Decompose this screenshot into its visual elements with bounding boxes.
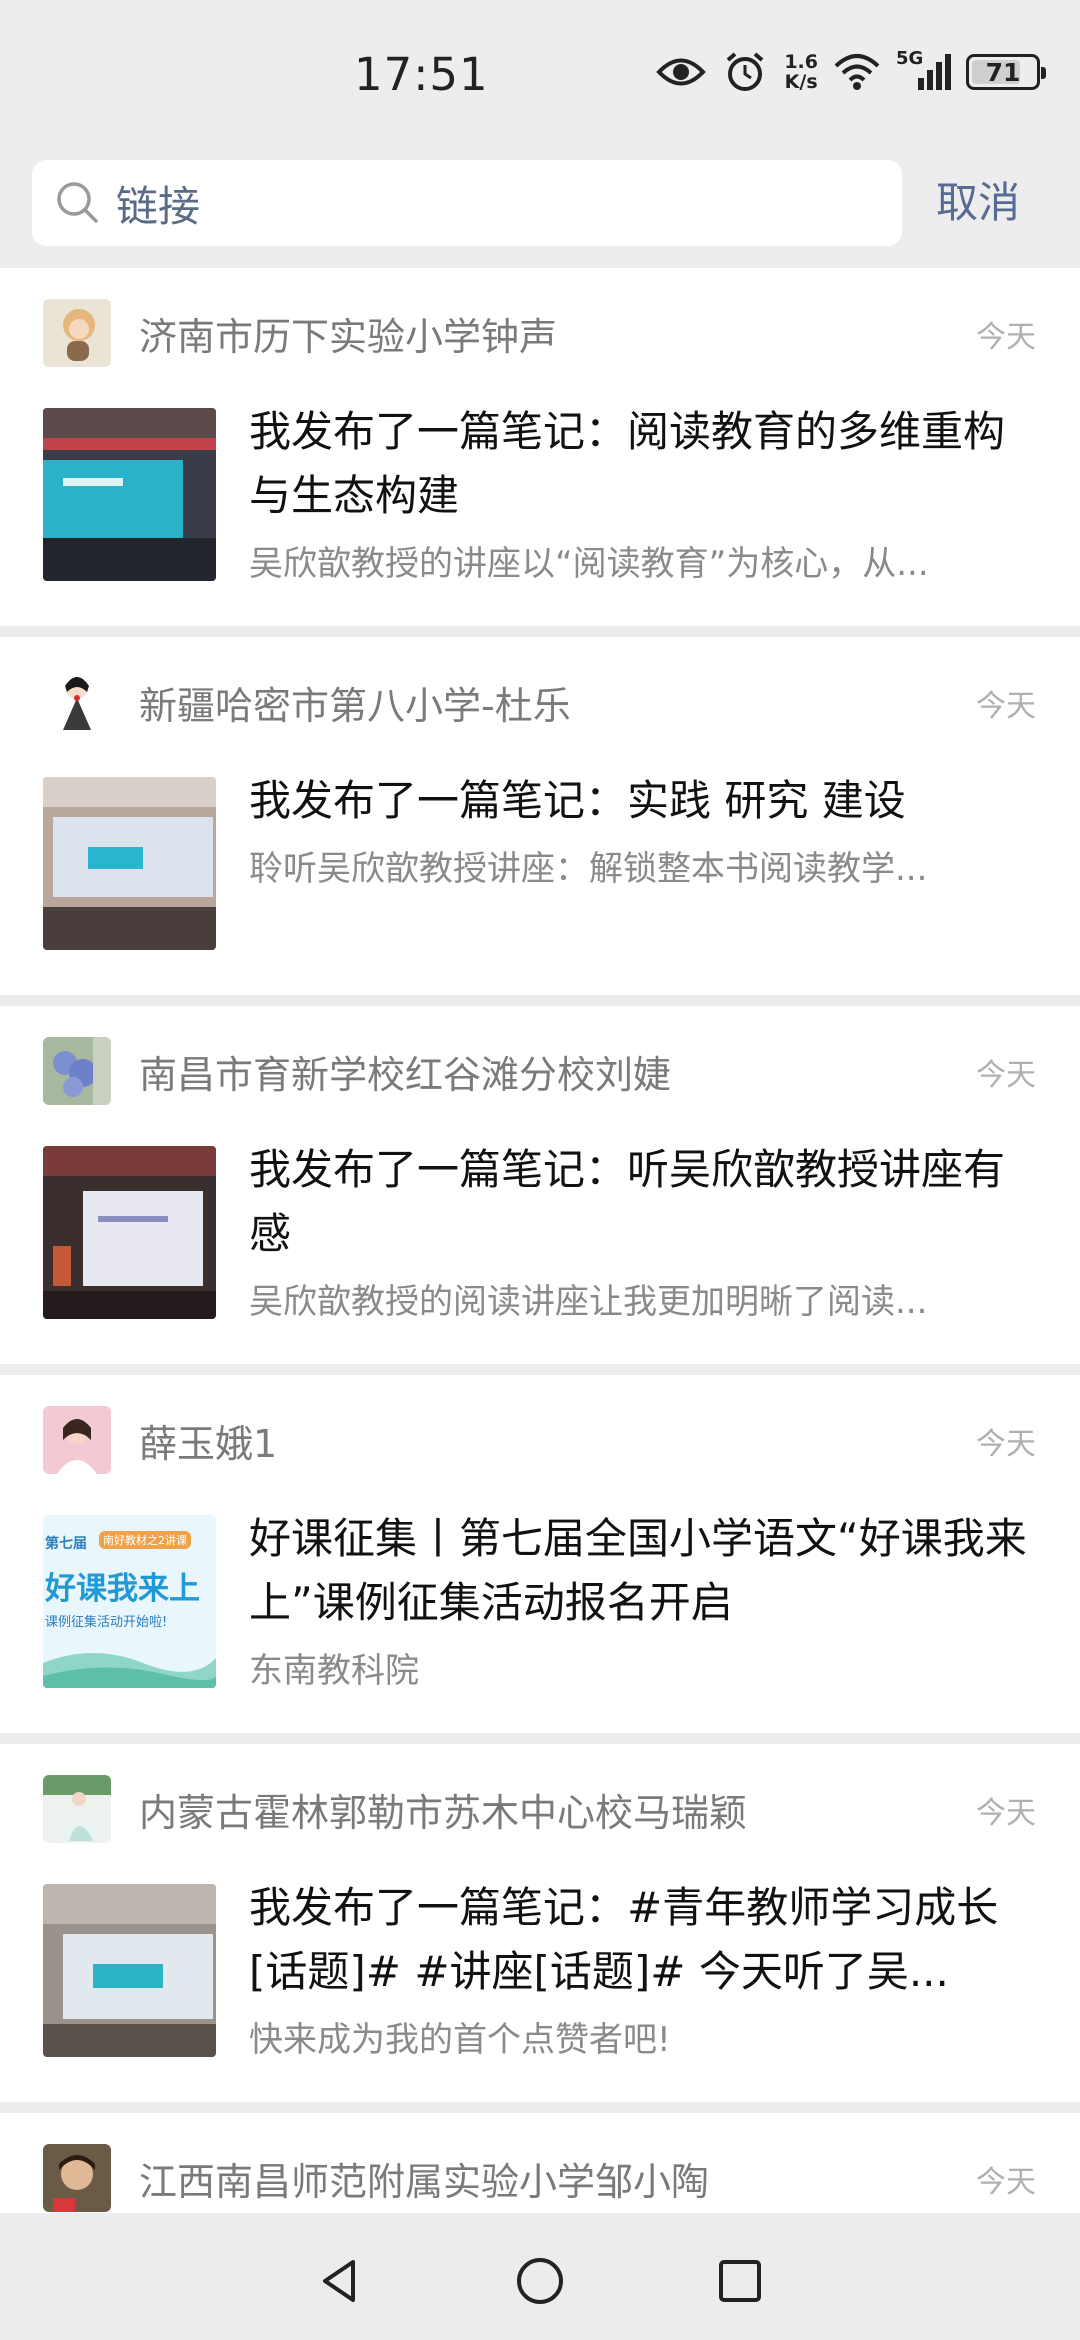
author-name[interactable]: 济南市历下实验小学钟声 (139, 306, 557, 361)
avatar[interactable] (43, 1775, 111, 1843)
list-item[interactable]: 济南市历下实验小学钟声 今天 我发布了一篇笔记：阅读教育的多维重构与生态构建 吴… (0, 268, 1080, 626)
network-speed-unit: K/s (784, 71, 818, 93)
timestamp: 今天 (976, 2165, 1036, 2200)
thumbnail-small-text: 课例征集活动开始啦! (45, 1615, 168, 1630)
timestamp: 今天 (976, 1427, 1036, 1462)
back-triangle-icon[interactable] (300, 2241, 380, 2321)
network-type-label: 5G (896, 48, 924, 69)
avatar[interactable] (43, 2144, 111, 2212)
status-icons: 1.6 K/s 5G 71 (656, 48, 1046, 92)
result-title[interactable]: 好课征集丨第七届全国小学语文“好课我来上”课例征集活动报名开启 (249, 1507, 1039, 1635)
list-item[interactable]: 南昌市育新学校红谷滩分校刘婕 今天 我发布了一篇笔记：听吴欣歆教授讲座有感 吴欣… (0, 1006, 1080, 1364)
battery-level: 71 (985, 57, 1021, 87)
status-time: 17:51 (354, 48, 489, 101)
timestamp: 今天 (976, 1796, 1036, 1831)
list-item[interactable]: 江西南昌师范附属实验小学邹小陶 今天 (0, 2113, 1080, 2213)
thumbnail-ribbon: 南好教材之2讲课 (99, 1531, 191, 1549)
thumbnail-image (43, 1884, 216, 2057)
search-icon (50, 175, 106, 231)
timestamp: 今天 (976, 689, 1036, 724)
author-name[interactable]: 江西南昌师范附属实验小学邹小陶 (139, 2151, 709, 2206)
home-circle-icon[interactable] (500, 2241, 580, 2321)
avatar[interactable] (43, 668, 111, 736)
thumbnail-image (43, 1146, 216, 1319)
thumbnail-big-text: 好课我来上 (45, 1571, 200, 1607)
author-name[interactable]: 南昌市育新学校红谷滩分校刘婕 (139, 1044, 671, 1099)
network-speed: 1.6 K/s (784, 52, 818, 92)
result-title[interactable]: 我发布了一篇笔记：阅读教育的多维重构与生态构建 (249, 400, 1039, 528)
list-item[interactable]: 新疆哈密市第八小学-杜乐 今天 我发布了一篇笔记：实践 研究 建设 聆听吴欣歆教… (0, 637, 1080, 995)
avatar[interactable] (43, 1037, 111, 1105)
status-bar: 17:51 1.6 K/s 5G 71 (0, 0, 1080, 150)
result-subtitle: 聆听吴欣歆教授讲座：解锁整本书阅读教学... (249, 849, 928, 889)
search-results-list: 济南市历下实验小学钟声 今天 我发布了一篇笔记：阅读教育的多维重构与生态构建 吴… (0, 268, 1080, 2224)
cancel-button[interactable]: 取消 (936, 170, 1020, 236)
wifi-icon (832, 52, 882, 92)
eye-icon (656, 52, 707, 92)
avatar[interactable] (43, 299, 111, 367)
system-navigation-bar (0, 2222, 1080, 2340)
author-name[interactable]: 薛玉娥1 (139, 1413, 277, 1468)
search-input[interactable]: 链接 (32, 160, 902, 246)
result-subtitle: 吴欣歆教授的阅读讲座让我更加明晰了阅读... (249, 1282, 928, 1322)
result-subtitle: 快来成为我的首个点赞者吧! (249, 2020, 671, 2060)
alarm-clock-icon (720, 52, 770, 92)
result-subtitle: 东南教科院 (249, 1651, 419, 1691)
author-name[interactable]: 新疆哈密市第八小学-杜乐 (139, 675, 571, 730)
list-item[interactable]: 内蒙古霍林郭勒市苏木中心校马瑞颖 今天 我发布了一篇笔记：#青年教师学习成长[话… (0, 1744, 1080, 2102)
result-title[interactable]: 我发布了一篇笔记：听吴欣歆教授讲座有感 (249, 1138, 1039, 1266)
thumbnail-image (43, 408, 216, 581)
thumbnail-image: 第七届 南好教材之2讲课 好课我来上 课例征集活动开始啦! (43, 1515, 216, 1688)
search-query-text: 链接 (116, 181, 201, 231)
thumbnail-image (43, 777, 216, 950)
timestamp: 今天 (976, 1058, 1036, 1093)
avatar[interactable] (43, 1406, 111, 1474)
thumbnail-tag: 第七届 (45, 1536, 87, 1552)
list-item[interactable]: 薛玉娥1 今天 第七届 南好教材之2讲课 好课我来上 课例征集活动开始啦! 好课… (0, 1375, 1080, 1733)
result-subtitle: 吴欣歆教授的讲座以“阅读教育”为核心，从... (249, 544, 929, 584)
recent-apps-square-icon[interactable] (700, 2241, 780, 2321)
result-title[interactable]: 我发布了一篇笔记：实践 研究 建设 (249, 769, 1039, 833)
result-title[interactable]: 我发布了一篇笔记：#青年教师学习成长[话题]# #讲座[话题]# 今天听了吴..… (249, 1876, 1039, 2004)
battery-indicator: 71 (966, 54, 1046, 90)
timestamp: 今天 (976, 320, 1036, 355)
cellular-signal-icon: 5G (896, 48, 952, 92)
network-speed-value: 1.6 (784, 51, 818, 73)
author-name[interactable]: 内蒙古霍林郭勒市苏木中心校马瑞颖 (139, 1782, 747, 1837)
